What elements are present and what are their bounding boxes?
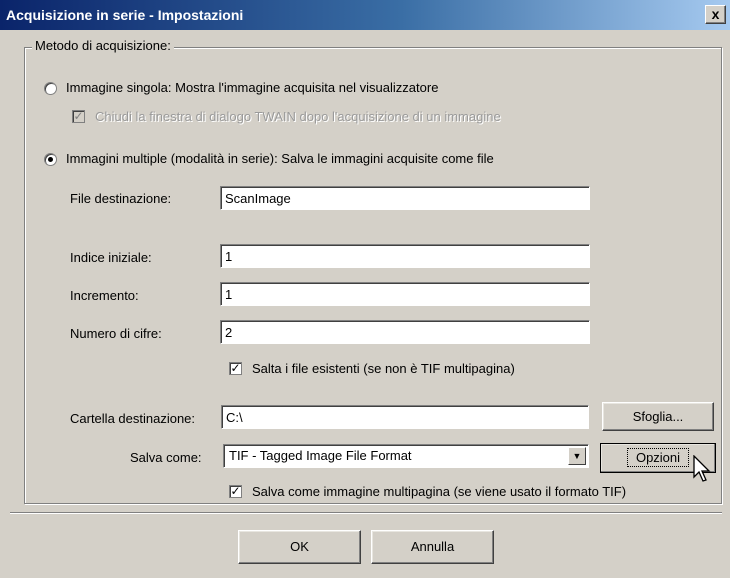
radio-multiple-images-label[interactable]: Immagini multiple (modalità in serie): S… (66, 151, 494, 166)
checkbox-skip-existing-label[interactable]: Salta i file esistenti (se non è TIF mul… (252, 361, 515, 376)
mouse-cursor-icon (693, 455, 711, 482)
increment-label: Incremento: (70, 288, 139, 303)
dest-file-input[interactable] (220, 186, 590, 210)
browse-button-label: Sfoglia... (632, 409, 684, 424)
group-legend: Metodo di acquisizione: (32, 38, 174, 53)
close-button[interactable]: x (705, 5, 726, 24)
ok-button-label: OK (290, 539, 309, 554)
digits-input[interactable] (220, 320, 590, 344)
title-bar: Acquisizione in serie - Impostazioni x (0, 0, 730, 30)
window-title: Acquisizione in serie - Impostazioni (6, 7, 244, 23)
start-index-label: Indice iniziale: (70, 250, 152, 265)
checkbox-skip-existing[interactable]: ✓ (229, 362, 242, 375)
checkbox-multipage-label[interactable]: Salva come immagine multipagina (se vien… (252, 484, 626, 499)
radio-single-image[interactable] (44, 82, 57, 95)
dest-folder-input[interactable] (221, 405, 589, 429)
start-index-input[interactable] (220, 244, 590, 268)
save-as-label: Salva come: (130, 450, 202, 465)
radio-multiple-images[interactable] (44, 153, 57, 166)
footer-separator (10, 512, 722, 514)
dest-file-label: File destinazione: (70, 191, 172, 206)
close-icon: x (711, 6, 720, 22)
digits-label: Numero di cifre: (70, 326, 162, 341)
radio-single-image-label[interactable]: Immagine singola: Mostra l'immagine acqu… (66, 80, 438, 95)
save-as-value: TIF - Tagged Image File Format (229, 448, 412, 463)
browse-button[interactable]: Sfoglia... (602, 402, 714, 431)
checkbox-close-twain[interactable]: ✓ (72, 110, 85, 123)
checkbox-close-twain-label: Chiudi la finestra di dialogo TWAIN dopo… (95, 109, 501, 124)
ok-button[interactable]: OK (238, 530, 361, 564)
cancel-button-label: Annulla (410, 539, 455, 554)
chevron-down-icon[interactable]: ▼ (568, 447, 586, 465)
dest-folder-label: Cartella destinazione: (70, 411, 196, 426)
save-as-select[interactable]: TIF - Tagged Image File Format ▼ (223, 444, 589, 468)
checkbox-multipage[interactable]: ✓ (229, 485, 242, 498)
cancel-button[interactable]: Annulla (371, 530, 494, 564)
increment-input[interactable] (220, 282, 590, 306)
options-button-label: Opzioni (626, 448, 690, 467)
